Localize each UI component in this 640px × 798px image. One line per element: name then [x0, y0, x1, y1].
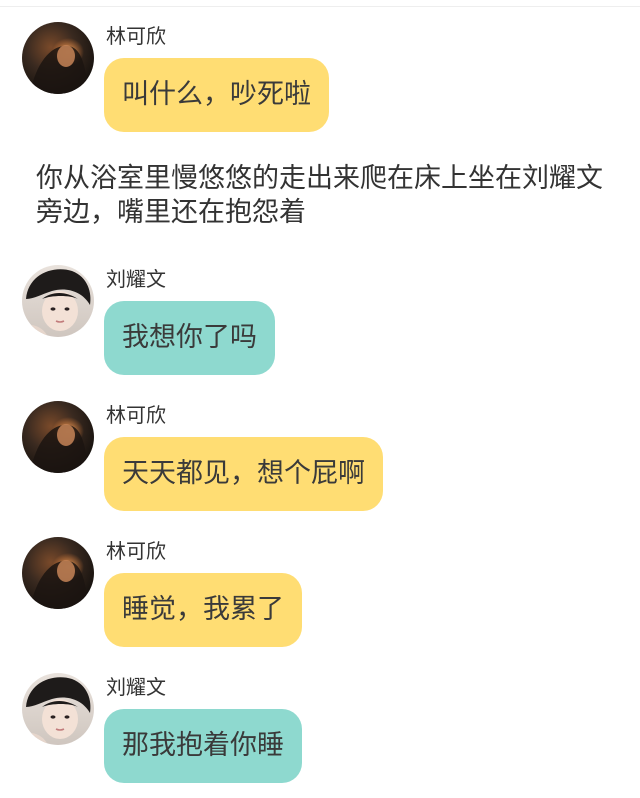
sender-name: 刘耀文: [106, 675, 166, 699]
narration-text: 你从浴室里慢悠悠的走出来爬在床上坐在刘耀文旁边，嘴里还在抱怨着: [36, 163, 603, 228]
dark-portrait-avatar-icon[interactable]: [22, 537, 94, 609]
sender-name: 林可欣: [106, 403, 166, 427]
message-bubble[interactable]: 睡觉，我累了: [104, 573, 302, 647]
sender-name: 林可欣: [106, 24, 166, 48]
message-bubble[interactable]: 我想你了吗: [104, 301, 275, 375]
sender-name: 刘耀文: [106, 267, 166, 291]
dark-portrait-avatar-icon[interactable]: [22, 401, 94, 473]
sender-name: 林可欣: [106, 539, 166, 563]
boy-portrait-avatar-icon[interactable]: [22, 265, 94, 337]
message-bubble[interactable]: 那我抱着你睡: [104, 709, 302, 783]
message-bubble[interactable]: 叫什么，吵死啦: [104, 58, 329, 132]
message-bubble[interactable]: 天天都见，想个屁啊: [104, 437, 383, 511]
top-divider: [0, 0, 640, 7]
boy-portrait-avatar-icon[interactable]: [22, 673, 94, 745]
dark-portrait-avatar-icon[interactable]: [22, 22, 94, 94]
